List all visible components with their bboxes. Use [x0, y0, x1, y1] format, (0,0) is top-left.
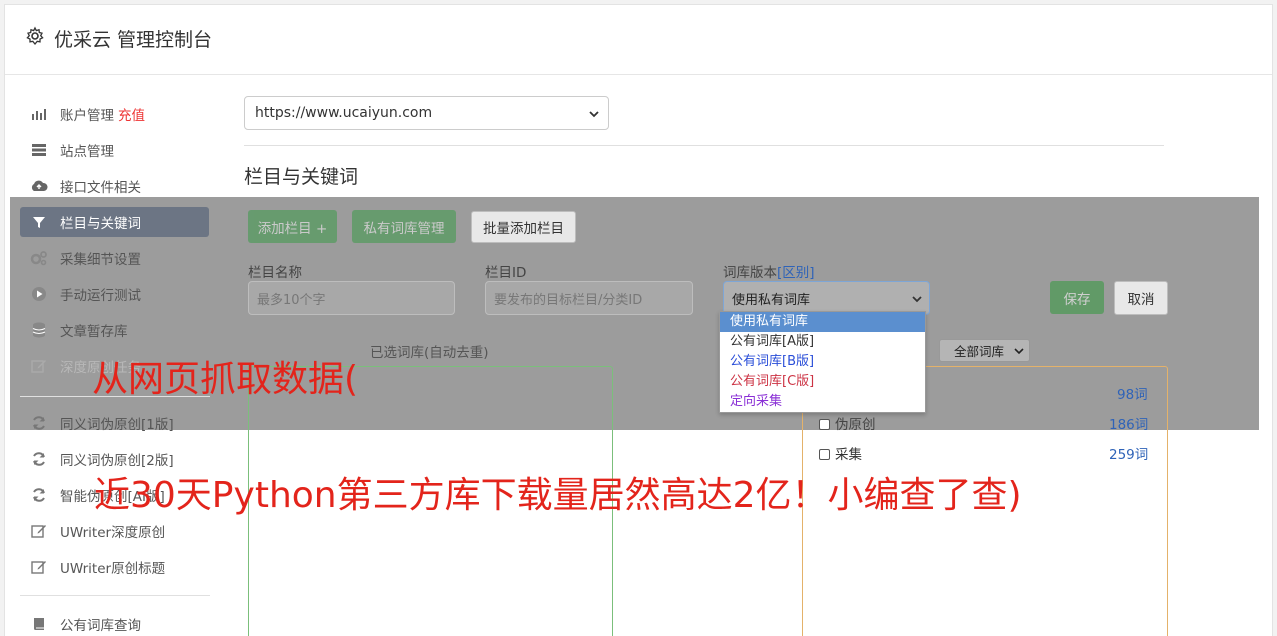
save-button[interactable]: 保存: [1050, 281, 1104, 314]
column-name-input[interactable]: 最多10个字: [248, 281, 455, 315]
column-id-input[interactable]: 要发布的目标栏目/分类ID: [485, 281, 693, 315]
refresh-icon: [30, 486, 48, 504]
column-id-placeholder: 要发布的目标栏目/分类ID: [494, 292, 643, 308]
sidebar-item-uwriter-title[interactable]: UWriter原创标题: [20, 552, 209, 582]
checkbox[interactable]: [819, 419, 830, 430]
sidebar-item-account[interactable]: 账户管理 充值: [20, 99, 209, 129]
lib-version-label: 词库版本[区别]: [723, 261, 815, 281]
list-item[interactable]: 伪原创: [819, 413, 876, 433]
refresh-icon: [30, 450, 48, 468]
lib-count: 186词: [1109, 417, 1149, 433]
column-name-label: 栏目名称: [248, 265, 302, 281]
sidebar-item-label: 接口文件相关: [60, 180, 141, 196]
sidebar-item-columns-keywords[interactable]: 栏目与关键词: [20, 207, 209, 237]
lib-name: 采集: [835, 447, 862, 463]
recharge-link[interactable]: 充值: [118, 104, 145, 124]
lib-name: 伪原创: [835, 417, 876, 433]
checkbox[interactable]: [819, 449, 830, 460]
sidebar-item-label: 公有词库查询: [60, 618, 141, 634]
chevron-down-icon: [589, 111, 599, 118]
column-id-label: 栏目ID: [485, 265, 527, 281]
lib-version-dropdown[interactable]: 使用私有词库 公有词库[A版] 公有词库[B版] 公有词库[C版] 定向采集: [719, 311, 926, 413]
sidebar-item-sites[interactable]: 站点管理: [20, 135, 209, 165]
cancel-button[interactable]: 取消: [1114, 281, 1168, 315]
lib-version-select[interactable]: 使用私有词库: [723, 281, 930, 315]
sidebar-item-label: 手动运行测试: [60, 288, 141, 304]
page-title: 优采云 管理控制台: [54, 29, 213, 51]
sidebar-item-label: 采集细节设置: [60, 252, 141, 268]
sidebar-item-label: 文章暂存库: [60, 324, 128, 340]
add-column-button[interactable]: 添加栏目 +: [248, 210, 337, 243]
bar-chart-icon: [30, 105, 48, 123]
section-title: 栏目与关键词: [244, 166, 359, 188]
lib-row-count: 259词: [1109, 443, 1148, 463]
gear-icon: [26, 26, 44, 46]
overlay-caption-line2: 近30天Python第三方库下载量居然高达2亿！小编查了查): [94, 475, 1022, 516]
sidebar-item-label: 栏目与关键词: [60, 216, 141, 232]
chevron-down-icon: [1014, 348, 1024, 355]
batch-add-button[interactable]: 批量添加栏目: [471, 211, 576, 243]
sidebar-item-label: 账户管理: [60, 108, 114, 124]
list-item[interactable]: 采集: [819, 443, 862, 463]
dropdown-option-public-a[interactable]: 公有词库[A版]: [720, 332, 925, 352]
dropdown-option-directed[interactable]: 定向采集: [720, 392, 925, 412]
header: 优采云 管理控制台: [5, 5, 1272, 75]
lib-row-count: 98词: [1117, 383, 1148, 403]
edit-icon: [30, 558, 48, 576]
site-select[interactable]: https://www.ucaiyun.com: [244, 96, 609, 130]
divider: [244, 145, 1164, 146]
sidebar-divider: [20, 595, 210, 596]
sidebar-item-collect-settings[interactable]: 采集细节设置: [20, 243, 209, 273]
dropdown-option-private[interactable]: 使用私有词库: [720, 312, 925, 332]
dropdown-option-public-c[interactable]: 公有词库[C版]: [720, 372, 925, 392]
lib-filter-select[interactable]: 全部词库: [939, 339, 1030, 362]
play-circle-icon: [30, 285, 48, 303]
edit-icon: [30, 357, 48, 375]
sidebar-item-public-lib-query[interactable]: 公有词库查询: [20, 609, 209, 636]
sidebar-item-label: 站点管理: [60, 144, 114, 160]
lib-row-count: 186词: [1109, 413, 1148, 433]
server-icon: [30, 141, 48, 159]
lib-version-label-text: 词库版本: [723, 265, 777, 281]
cloud-upload-icon: [30, 177, 48, 195]
dropdown-option-public-b[interactable]: 公有词库[B版]: [720, 352, 925, 372]
lib-version-value: 使用私有词库: [732, 292, 811, 308]
sidebar-item-label: UWriter深度原创: [60, 525, 166, 541]
lib-count: 98词: [1117, 387, 1148, 403]
chevron-down-icon: [912, 296, 922, 303]
lib-filter-value: 全部词库: [954, 344, 1005, 359]
sidebar-item-synonym-v1[interactable]: 同义词伪原创[1版]: [20, 408, 209, 438]
site-select-value: https://www.ucaiyun.com: [255, 105, 433, 121]
book-icon: [30, 615, 48, 633]
overlay-caption-line1: 从网页抓取数据(: [92, 359, 359, 400]
database-icon: [30, 321, 48, 339]
difference-link[interactable]: [区别]: [777, 265, 815, 281]
sidebar-item-label: UWriter原创标题: [60, 561, 166, 577]
cogs-icon: [30, 249, 48, 267]
sidebar-item-article-store[interactable]: 文章暂存库: [20, 315, 209, 345]
selected-libs-label: 已选词库(自动去重): [370, 345, 489, 361]
sidebar-item-uwriter-deep[interactable]: UWriter深度原创: [20, 516, 209, 546]
lib-count: 259词: [1109, 447, 1149, 463]
refresh-icon: [30, 414, 48, 432]
column-name-placeholder: 最多10个字: [257, 292, 326, 308]
sidebar-item-manual-run[interactable]: 手动运行测试: [20, 279, 209, 309]
edit-icon: [30, 522, 48, 540]
private-lib-button[interactable]: 私有词库管理: [352, 210, 456, 243]
sidebar-item-interface-files[interactable]: 接口文件相关: [20, 171, 209, 201]
sidebar-item-label: 同义词伪原创[1版]: [60, 417, 174, 433]
filter-icon: [30, 213, 48, 231]
